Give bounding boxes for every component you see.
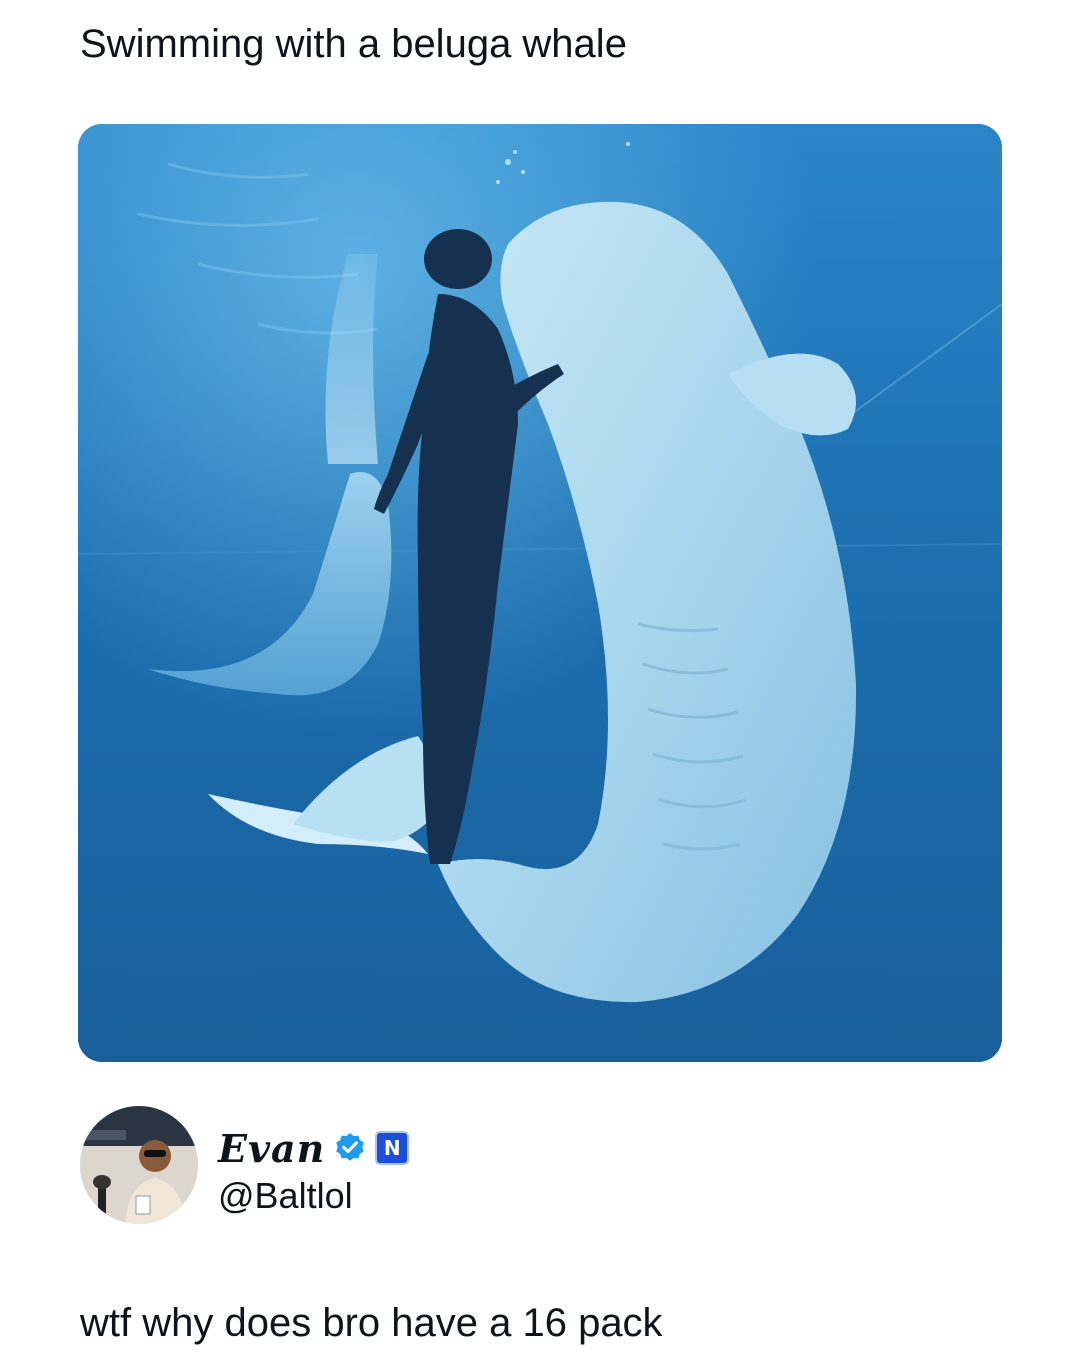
post-text: wtf why does bro have a 16 pack: [80, 1301, 663, 1345]
author-display-name[interactable]: Evan: [218, 1126, 325, 1171]
avatar-illustration: [80, 1106, 198, 1224]
underwater-scene-illustration: [78, 124, 1002, 1062]
post-media-image[interactable]: [78, 124, 1002, 1062]
quoted-post-text: Swimming with a beluga whale: [80, 22, 627, 66]
author-handle[interactable]: @Baltlol: [218, 1174, 353, 1218]
author-avatar[interactable]: [80, 1106, 198, 1224]
affiliate-badge-icon: N: [375, 1131, 410, 1165]
verified-badge-icon: [333, 1131, 367, 1165]
display-name-line: Evan N: [218, 1120, 410, 1176]
author-row: Evan N @Baltlol: [80, 1106, 780, 1230]
